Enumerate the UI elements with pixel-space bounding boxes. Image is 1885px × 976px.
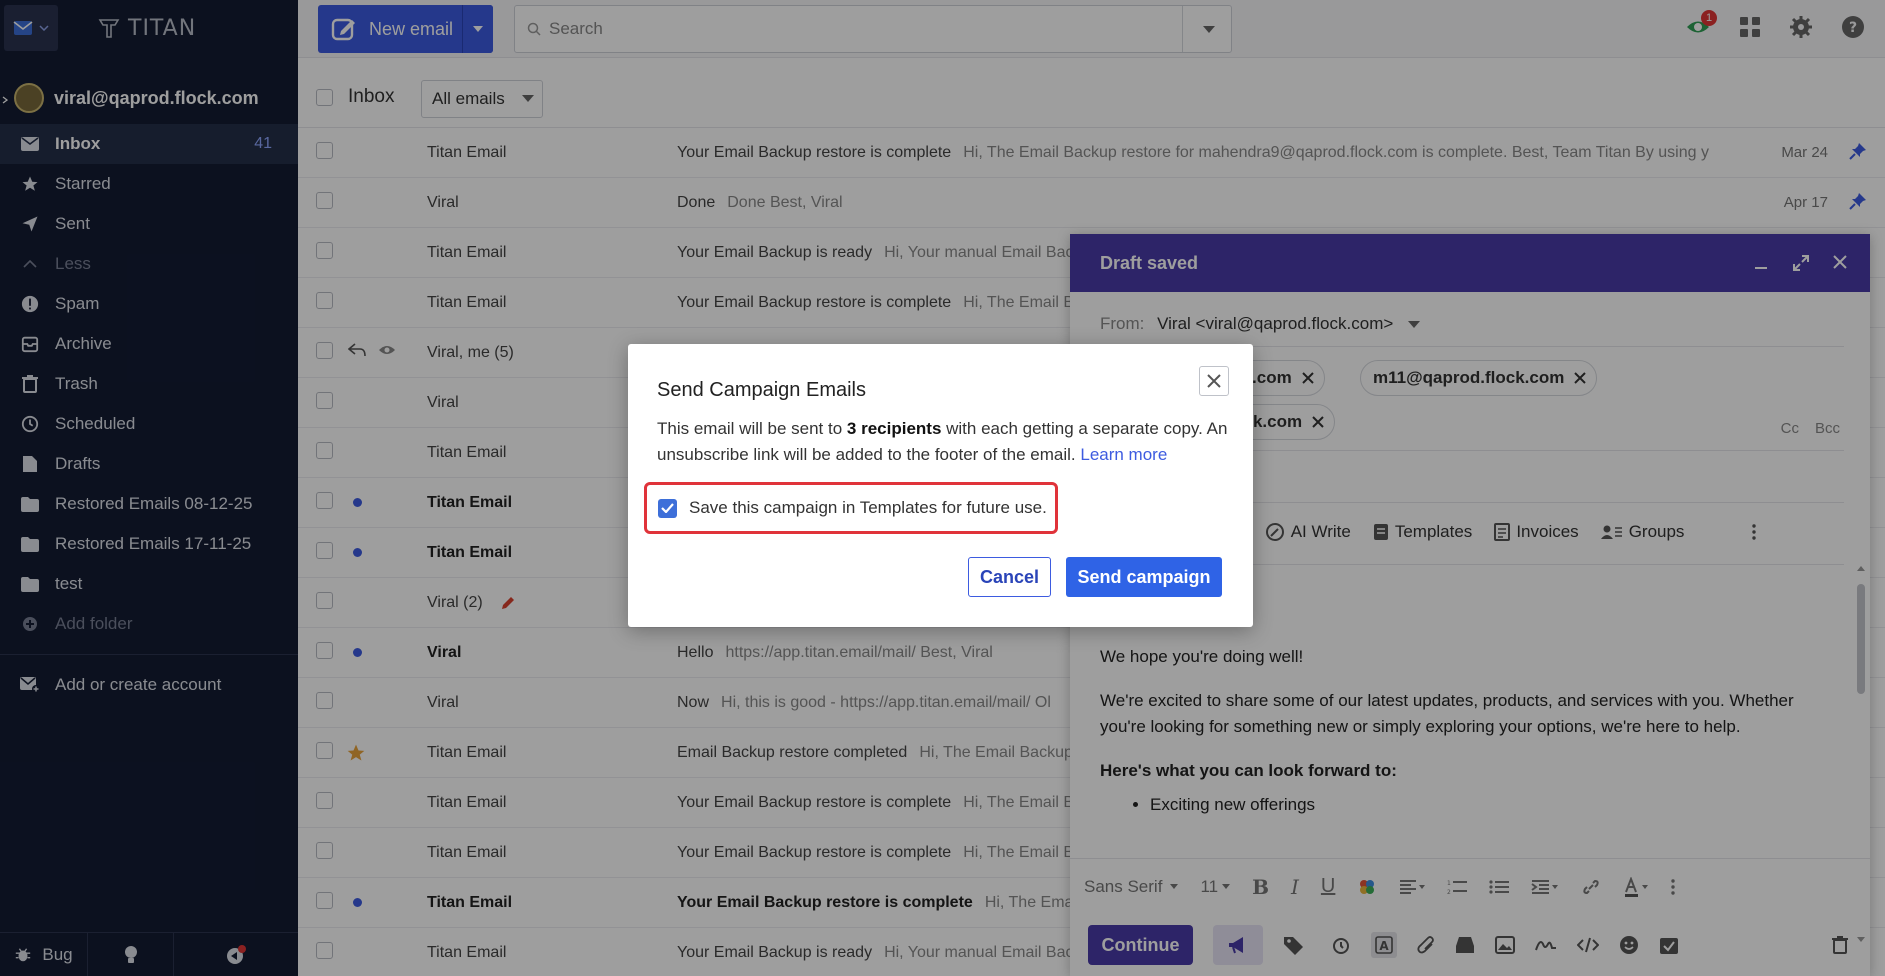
learn-more-link[interactable]: Learn more bbox=[1080, 445, 1167, 464]
save-template-checkbox[interactable] bbox=[658, 498, 677, 518]
save-template-label: Save this campaign in Templates for futu… bbox=[689, 498, 1047, 517]
save-template-option[interactable]: Save this campaign in Templates for futu… bbox=[644, 482, 1058, 534]
send-campaign-dialog: Send Campaign Emails This email will be … bbox=[628, 344, 1253, 627]
close-icon bbox=[1207, 374, 1221, 388]
checkmark-icon bbox=[661, 503, 674, 513]
dialog-title: Send Campaign Emails bbox=[657, 379, 866, 401]
dialog-message: This email will be sent to 3 recipients … bbox=[657, 416, 1237, 468]
cancel-button[interactable]: Cancel bbox=[968, 557, 1051, 597]
send-campaign-button[interactable]: Send campaign bbox=[1066, 557, 1222, 597]
dialog-message-part: This email will be sent to bbox=[657, 419, 847, 438]
dialog-close-button[interactable] bbox=[1199, 366, 1229, 396]
recipient-count: 3 recipients bbox=[846, 419, 942, 438]
